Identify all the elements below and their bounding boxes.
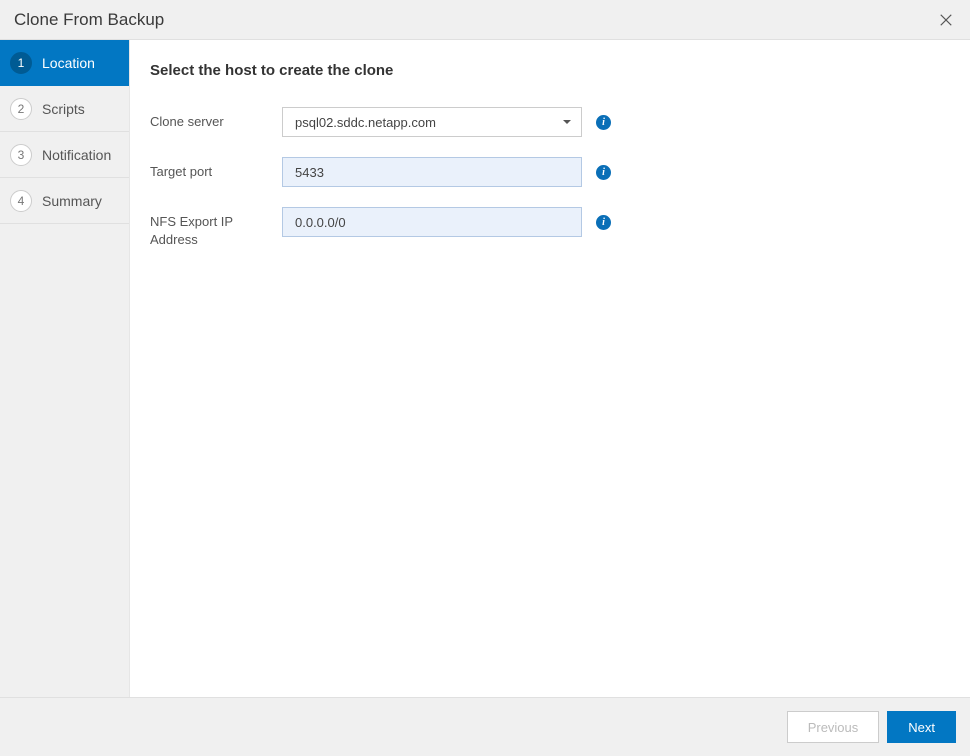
nfs-export-input[interactable] xyxy=(282,207,582,237)
dialog-header: Clone From Backup xyxy=(0,0,970,40)
form-row-target-port: Target port i xyxy=(150,157,950,187)
info-icon[interactable]: i xyxy=(596,165,611,180)
content-heading: Select the host to create the clone xyxy=(150,62,950,79)
step-label: Notification xyxy=(42,147,111,163)
wizard-step-notification[interactable]: 3 Notification xyxy=(0,132,129,178)
dialog-body: 1 Location 2 Scripts 3 Notification 4 Su… xyxy=(0,40,970,697)
step-number: 4 xyxy=(10,190,32,212)
nfs-export-label: NFS Export IP Address xyxy=(150,207,282,248)
field-wrap: psql02.sddc.netapp.com i xyxy=(282,107,611,137)
clone-server-select[interactable]: psql02.sddc.netapp.com xyxy=(282,107,582,137)
step-label: Summary xyxy=(42,193,102,209)
wizard-step-summary[interactable]: 4 Summary xyxy=(0,178,129,224)
wizard-step-location[interactable]: 1 Location xyxy=(0,40,129,86)
next-button[interactable]: Next xyxy=(887,711,956,743)
step-number: 3 xyxy=(10,144,32,166)
dialog-footer: Previous Next xyxy=(0,697,970,756)
clone-server-label: Clone server xyxy=(150,107,282,131)
target-port-input[interactable] xyxy=(282,157,582,187)
step-label: Location xyxy=(42,55,95,71)
step-label: Scripts xyxy=(42,101,85,117)
form-row-clone-server: Clone server psql02.sddc.netapp.com i xyxy=(150,107,950,137)
dialog-title: Clone From Backup xyxy=(14,10,164,30)
step-number: 2 xyxy=(10,98,32,120)
wizard-content: Select the host to create the clone Clon… xyxy=(129,40,970,697)
clone-server-value: psql02.sddc.netapp.com xyxy=(295,115,436,130)
chevron-down-icon xyxy=(563,120,571,124)
wizard-step-scripts[interactable]: 2 Scripts xyxy=(0,86,129,132)
info-icon[interactable]: i xyxy=(596,115,611,130)
close-icon[interactable] xyxy=(936,10,956,30)
step-number: 1 xyxy=(10,52,32,74)
field-wrap: i xyxy=(282,207,611,237)
field-wrap: i xyxy=(282,157,611,187)
previous-button: Previous xyxy=(787,711,880,743)
form-row-nfs-export: NFS Export IP Address i xyxy=(150,207,950,248)
wizard-sidebar: 1 Location 2 Scripts 3 Notification 4 Su… xyxy=(0,40,129,697)
target-port-label: Target port xyxy=(150,157,282,181)
info-icon[interactable]: i xyxy=(596,215,611,230)
